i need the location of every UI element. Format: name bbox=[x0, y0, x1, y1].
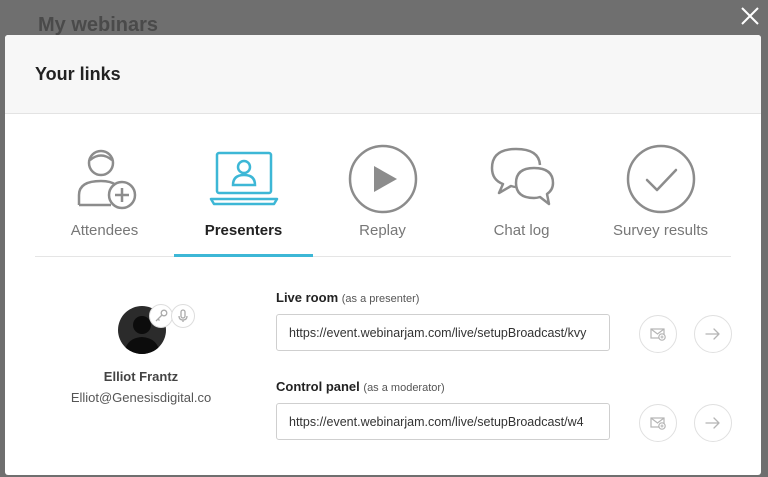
key-button[interactable] bbox=[149, 304, 173, 328]
microphone-button[interactable] bbox=[171, 304, 195, 328]
tab-chat-log-label: Chat log bbox=[493, 222, 550, 239]
links-modal: Your links Attendees Presenters Replay C… bbox=[5, 35, 761, 475]
live-room-title: Live room bbox=[276, 290, 339, 305]
tab-replay[interactable]: Replay bbox=[313, 114, 452, 256]
email-link-icon bbox=[650, 328, 666, 341]
key-icon bbox=[155, 309, 168, 322]
live-room-url-input[interactable] bbox=[276, 314, 610, 351]
presenter-laptop-icon bbox=[209, 151, 278, 206]
presenter-email: Elliot@Genesisdigital.co bbox=[70, 390, 212, 405]
control-panel-link-block: Control panel (as a moderator) bbox=[276, 379, 746, 442]
tab-bar: Attendees Presenters Replay Chat log Sur… bbox=[35, 114, 731, 257]
email-link-icon bbox=[650, 417, 666, 430]
email-live-room-button[interactable] bbox=[639, 315, 677, 353]
control-panel-title: Control panel bbox=[276, 379, 360, 394]
tab-replay-label: Replay bbox=[359, 222, 406, 239]
close-icon[interactable] bbox=[738, 4, 762, 28]
tab-attendees[interactable]: Attendees bbox=[35, 114, 174, 256]
tab-survey-results[interactable]: Survey results bbox=[591, 114, 730, 256]
chat-bubbles-icon bbox=[490, 147, 554, 206]
attendee-add-icon bbox=[77, 149, 136, 210]
play-icon bbox=[348, 144, 417, 214]
tab-survey-results-label: Survey results bbox=[612, 222, 709, 239]
tab-presenters-label: Presenters bbox=[204, 222, 283, 239]
presenter-name: Elliot Frantz bbox=[103, 369, 179, 384]
open-live-room-button[interactable] bbox=[694, 315, 732, 353]
live-room-note: (as a presenter) bbox=[341, 293, 420, 305]
open-control-panel-button[interactable] bbox=[694, 404, 732, 442]
modal-header: Your links bbox=[5, 35, 761, 114]
presenters-panel: Elliot Frantz Elliot@Genesisdigital.co L… bbox=[5, 257, 761, 472]
tab-attendees-label: Attendees bbox=[70, 222, 139, 239]
backdrop-page-title: My webinars bbox=[38, 14, 159, 36]
control-panel-note: (as a moderator) bbox=[363, 382, 445, 394]
tab-presenters[interactable]: Presenters bbox=[174, 114, 313, 257]
arrow-right-icon bbox=[705, 328, 720, 340]
email-control-panel-button[interactable] bbox=[639, 404, 677, 442]
checkmark-icon bbox=[626, 144, 695, 214]
tab-chat-log[interactable]: Chat log bbox=[452, 114, 591, 256]
microphone-icon bbox=[178, 309, 188, 322]
control-panel-label: Control panel (as a moderator) bbox=[276, 379, 746, 394]
live-room-label: Live room (as a presenter) bbox=[276, 290, 746, 305]
live-room-link-block: Live room (as a presenter) bbox=[276, 290, 746, 353]
control-panel-url-input[interactable] bbox=[276, 403, 610, 440]
arrow-right-icon bbox=[705, 417, 720, 429]
presenter-avatar-group bbox=[118, 304, 195, 354]
modal-title: Your links bbox=[35, 63, 121, 84]
